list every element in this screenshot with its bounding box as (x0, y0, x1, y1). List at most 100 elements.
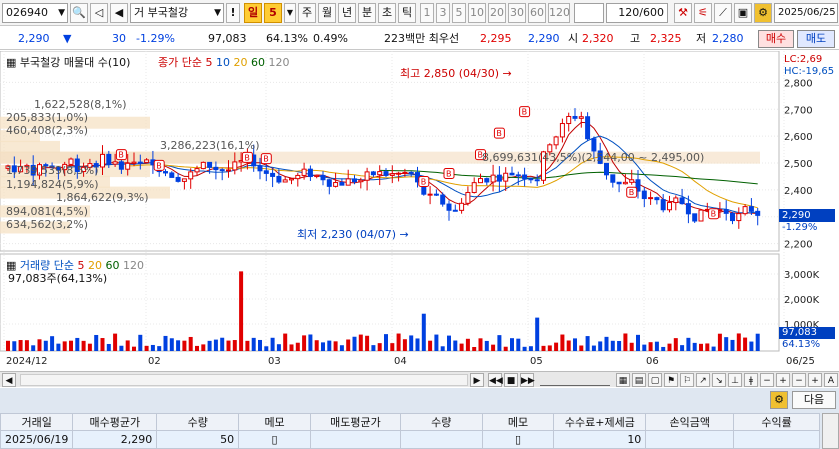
tick-20[interactable]: 20 (488, 3, 506, 23)
volume-bar (604, 336, 609, 351)
candle-body (566, 115, 572, 125)
period-month[interactable]: 월 (318, 3, 336, 23)
zoom-slider[interactable] (540, 374, 610, 386)
memo-icon[interactable]: ▯ (481, 430, 555, 449)
volume-bar (169, 338, 174, 351)
forward-icon[interactable]: ▶▶ (520, 373, 535, 387)
gear-icon[interactable]: ⚙ (754, 3, 772, 23)
alert-icon[interactable]: ! (226, 3, 240, 23)
next-button[interactable]: 다음 (792, 391, 836, 409)
chart-tool-icon[interactable]: ⚑ (664, 373, 678, 387)
table-row[interactable]: 2025/06/19 2,290 50 ▯ ▯ 10 (0, 430, 820, 449)
chart-scrollbar[interactable]: ◀ ▶ ◀◀ ■ ▶▶ ▦ ▤ ▢ ⚑ ⚐ ↗ ↘ ⊥ ǂ − + − + A (0, 371, 839, 387)
speaker-icon[interactable]: ◀ (110, 3, 128, 23)
candle-body (333, 182, 339, 187)
high-annotation-text: 최고 2,850 (04/30) (400, 67, 500, 80)
plus-icon[interactable]: + (808, 373, 822, 387)
turnover: 0.49% (313, 32, 348, 45)
table-icon[interactable]: ▤ (632, 373, 646, 387)
custom-period-input[interactable] (574, 3, 604, 23)
tick-1[interactable]: 1 (420, 3, 434, 23)
candle-body (314, 174, 320, 178)
stock-code-input[interactable]: 026940 ▼ (2, 3, 68, 23)
gear-icon[interactable]: ⚙ (770, 391, 788, 409)
memo-icon[interactable]: ▯ (238, 430, 311, 449)
zoom-out-icon[interactable]: − (760, 373, 774, 387)
chart-icon[interactable]: ⚟ (694, 3, 712, 23)
candle-body (578, 116, 584, 119)
candle-body (660, 199, 666, 211)
buy-button[interactable]: 매수 (758, 30, 794, 48)
period-minute[interactable]: 분 (358, 3, 376, 23)
volume-bar (478, 338, 483, 351)
candle-body (389, 173, 395, 176)
period-tick[interactable]: 틱 (398, 3, 416, 23)
tick-5[interactable]: 5 (452, 3, 466, 23)
candle-body (465, 191, 471, 204)
stop-icon[interactable]: ■ (504, 373, 518, 387)
plus-icon[interactable]: + (776, 373, 790, 387)
line-icon[interactable]: ⟋ (714, 3, 732, 23)
candle-body (490, 174, 496, 183)
tick-120[interactable]: 120 (548, 3, 570, 23)
low-price: 2,280 (712, 32, 744, 45)
price-legend: ▦ 부국철강 매물대 수(10) (6, 54, 130, 70)
trend-icon[interactable]: ↘ (712, 373, 726, 387)
candle-body (345, 178, 351, 186)
scroll-left-icon[interactable]: ◀ (2, 373, 16, 387)
chart-area[interactable]: 2,8002,7002,6002,5002,4002,3002,2003,000… (0, 51, 839, 369)
period-year[interactable]: 년 (338, 3, 356, 23)
tick-3[interactable]: 3 (436, 3, 450, 23)
candle-body (484, 178, 490, 183)
layout-icon[interactable]: ▦ (616, 373, 630, 387)
tick-60[interactable]: 60 (528, 3, 546, 23)
count-field[interactable]: 120/600 (606, 3, 668, 23)
period-day[interactable]: 일 (244, 3, 262, 23)
zoom-in-icon[interactable]: ǂ (744, 373, 758, 387)
profile-label-10: 8,699,631(43,5%)(2,544,00 ~ 2,495,00) (482, 151, 705, 164)
scroll-right-icon[interactable]: ▶ (470, 373, 484, 387)
rewind-icon[interactable]: ◀◀ (488, 373, 503, 387)
tick-30[interactable]: 30 (508, 3, 526, 23)
chevron-down-icon[interactable]: ▼ (58, 4, 65, 22)
tick-10[interactable]: 10 (468, 3, 486, 23)
save-icon[interactable]: ▣ (734, 3, 752, 23)
period-n[interactable]: 5 (264, 3, 282, 23)
volume-bar (321, 342, 325, 351)
hc-label: HC:-19,65 (784, 66, 835, 77)
chevron-down-icon[interactable]: ▼ (284, 3, 296, 23)
volume-bar (24, 340, 29, 351)
minus-icon[interactable]: − (792, 373, 806, 387)
volume-bar (207, 340, 212, 351)
window-icon[interactable]: ▢ (648, 373, 662, 387)
sell-button[interactable]: 매도 (797, 30, 835, 48)
volume-bar (724, 337, 729, 351)
trade-panel: ⚙ 다음 거래일 매수평균가 수량 메모 매도평균가 수량 메모 수수료+제세금… (0, 388, 839, 449)
stock-name-select[interactable]: 거 부국철강 ▼ (130, 3, 224, 23)
chart-tool-icon[interactable]: ⚐ (680, 373, 694, 387)
volume-bar (201, 344, 206, 351)
volume-bar (673, 338, 678, 351)
volume-bar (699, 343, 703, 351)
stock-name: 부국철강 (147, 6, 189, 19)
candle-body (622, 181, 628, 185)
candle-body (553, 136, 559, 146)
scroll-track[interactable] (20, 374, 468, 386)
volume-bar (258, 339, 262, 351)
volume-bar (195, 345, 199, 351)
trend-icon[interactable]: ↗ (696, 373, 710, 387)
volume-bar (629, 342, 634, 351)
text-icon[interactable]: A (824, 373, 838, 387)
tools-icon[interactable]: ⚒ (674, 3, 692, 23)
candle-body (698, 209, 704, 222)
table-scrollbar[interactable] (822, 413, 839, 449)
date-field[interactable]: 2025/06/25 (774, 3, 838, 23)
candle-body (188, 171, 194, 180)
chevron-down-icon[interactable]: ▼ (214, 4, 221, 22)
period-week[interactable]: 주 (298, 3, 316, 23)
volume-bar (251, 337, 256, 351)
arrow-icon[interactable]: ◁ (90, 3, 108, 23)
pin-icon[interactable]: ⊥ (728, 373, 742, 387)
search-icon[interactable]: 🔍 (70, 3, 88, 23)
period-second[interactable]: 초 (378, 3, 396, 23)
